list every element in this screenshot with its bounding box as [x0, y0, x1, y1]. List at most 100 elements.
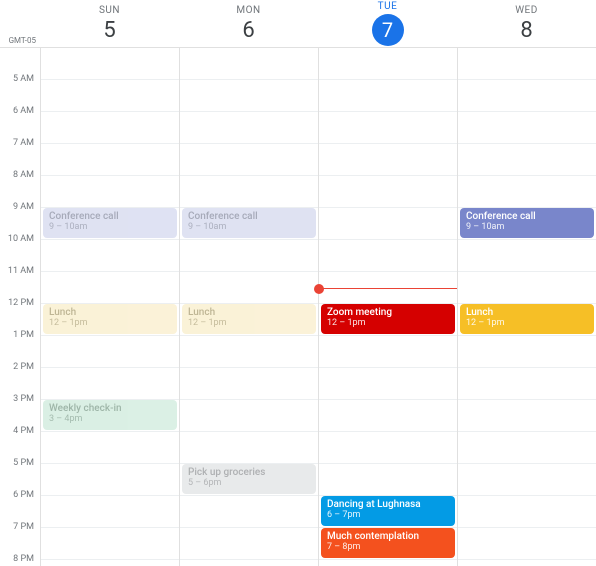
hour-cell[interactable] [180, 48, 318, 80]
hour-cell[interactable] [41, 112, 179, 144]
time-gutter: 5 AM6 AM7 AM8 AM9 AM10 AM11 AM12 PM1 PM2… [0, 48, 40, 566]
hour-cell[interactable] [458, 464, 596, 496]
hour-cell[interactable] [319, 176, 457, 208]
hour-cell[interactable] [180, 112, 318, 144]
hour-text: 8 AM [13, 170, 34, 180]
hour-cell[interactable] [180, 240, 318, 272]
hour-cell[interactable] [180, 144, 318, 176]
hour-text: 12 PM [8, 298, 34, 308]
event-time: 9 – 10am [188, 222, 310, 232]
hour-cell[interactable] [41, 272, 179, 304]
hour-cell[interactable] [458, 112, 596, 144]
day-header-sun[interactable]: SUN5 [40, 0, 179, 47]
calendar-event[interactable]: Conference call9 – 10am [43, 208, 177, 238]
hour-cell[interactable] [41, 528, 179, 560]
hour-cell[interactable] [41, 336, 179, 368]
hour-cell[interactable] [458, 336, 596, 368]
hour-cell[interactable] [319, 368, 457, 400]
hour-cell[interactable] [458, 144, 596, 176]
event-time: 9 – 10am [49, 222, 171, 232]
hour-cell[interactable] [180, 560, 318, 566]
hour-cell[interactable] [458, 368, 596, 400]
hour-cell[interactable] [41, 144, 179, 176]
day-grid[interactable]: Conference call9 – 10amLunch12 – 1pmWeek… [40, 48, 596, 566]
hour-cell[interactable] [180, 432, 318, 464]
calendar-event[interactable]: Conference call9 – 10am [182, 208, 316, 238]
day-number: 8 [520, 18, 532, 43]
hour-cell[interactable] [180, 80, 318, 112]
hour-cell[interactable] [458, 80, 596, 112]
hour-cell[interactable] [180, 368, 318, 400]
hour-cell[interactable] [41, 496, 179, 528]
hour-cell[interactable] [458, 240, 596, 272]
hour-cell[interactable] [458, 48, 596, 80]
hour-text: 2 PM [13, 362, 34, 372]
calendar-event[interactable]: Lunch12 – 1pm [43, 304, 177, 334]
hour-cell[interactable] [41, 432, 179, 464]
hour-cell[interactable] [180, 528, 318, 560]
calendar-event[interactable]: Conference call9 – 10am [460, 208, 594, 238]
day-column[interactable]: Conference call9 – 10am Lunch12 – 1pm [457, 48, 596, 566]
hour-text: 6 PM [13, 490, 34, 500]
day-column[interactable]: Conference call9 – 10am Lunch12 – 1pm Week… [40, 48, 179, 566]
hour-cell[interactable] [458, 176, 596, 208]
hour-cell[interactable] [180, 496, 318, 528]
hour-cell[interactable] [41, 176, 179, 208]
hour-cell[interactable] [41, 240, 179, 272]
hour-cell[interactable] [319, 144, 457, 176]
event-title: Dancing at Lughnasa [327, 499, 449, 510]
hour-cell[interactable] [458, 432, 596, 464]
hour-cell[interactable] [458, 560, 596, 566]
hour-cell[interactable] [319, 80, 457, 112]
hour-cell[interactable] [180, 400, 318, 432]
hour-cell[interactable] [319, 560, 457, 566]
event-title: Lunch [49, 307, 171, 318]
day-column[interactable]: Conference call9 – 10am Lunch12 – 1pm Pick… [179, 48, 318, 566]
hour-cell[interactable] [319, 208, 457, 240]
hour-cell[interactable] [41, 368, 179, 400]
hour-text: 5 AM [13, 74, 34, 84]
hour-cell[interactable] [319, 400, 457, 432]
event-time: 12 – 1pm [188, 318, 310, 328]
hour-text: 8 PM [13, 554, 34, 564]
hour-text: 5 PM [13, 458, 34, 468]
event-title: Conference call [466, 211, 588, 222]
day-number: 7 [372, 14, 404, 46]
hour-cell[interactable] [458, 496, 596, 528]
hour-cell[interactable] [41, 80, 179, 112]
calendar-event[interactable]: Dancing at Lughnasa6 – 7pm [321, 496, 455, 526]
calendar-event[interactable]: Lunch12 – 1pm [182, 304, 316, 334]
hour-cell[interactable] [458, 400, 596, 432]
calendar-event[interactable]: Zoom meeting12 – 1pm [321, 304, 455, 334]
day-column[interactable]: Zoom meeting12 – 1pm Dancing at Lughnasa6… [318, 48, 457, 566]
day-header-wed[interactable]: WED8 [457, 0, 596, 47]
day-of-week-label: TUE [378, 1, 398, 12]
hour-cell[interactable] [319, 336, 457, 368]
day-header-tue[interactable]: TUE 7 [318, 0, 457, 47]
hour-cell[interactable] [180, 272, 318, 304]
calendar-event[interactable]: Much contemplation7 – 8pm [321, 528, 455, 558]
hour-cell[interactable] [319, 432, 457, 464]
calendar-event[interactable]: Lunch12 – 1pm [460, 304, 594, 334]
day-of-week-label: SUN [99, 5, 120, 16]
hour-cell[interactable] [319, 464, 457, 496]
hour-text: 10 AM [8, 234, 34, 244]
hour-cell[interactable] [458, 528, 596, 560]
hour-cell[interactable] [41, 560, 179, 566]
hour-cell[interactable] [180, 176, 318, 208]
day-of-week-label: MON [236, 5, 260, 16]
hour-cell[interactable] [319, 240, 457, 272]
event-title: Conference call [49, 211, 171, 222]
hour-text: 7 PM [13, 522, 34, 532]
hour-cell[interactable] [319, 48, 457, 80]
day-header-mon[interactable]: MON6 [179, 0, 318, 47]
hour-cell[interactable] [41, 48, 179, 80]
hour-cell[interactable] [458, 272, 596, 304]
calendar-event[interactable]: Pick up groceries5 – 6pm [182, 464, 316, 494]
hour-text: 11 AM [8, 266, 34, 276]
hour-cell[interactable] [319, 112, 457, 144]
calendar-event[interactable]: Weekly check-in3 – 4pm [43, 400, 177, 430]
event-time: 7 – 8pm [327, 542, 449, 552]
hour-cell[interactable] [180, 336, 318, 368]
hour-cell[interactable] [41, 464, 179, 496]
